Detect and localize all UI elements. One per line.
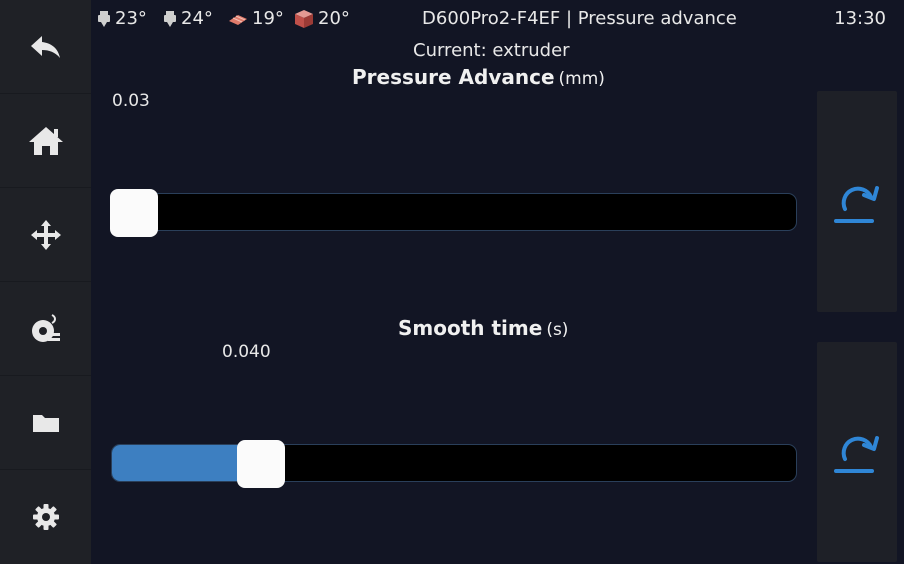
- smooth-time-slider-knob[interactable]: [237, 440, 285, 488]
- gear-icon: [32, 503, 59, 530]
- chamber-temp-value: 20°: [318, 8, 350, 29]
- smooth-time-reset-button[interactable]: [817, 342, 897, 562]
- pressure-advance-slider-knob[interactable]: [110, 189, 158, 237]
- smooth-time-unit: (s): [546, 320, 569, 340]
- extrude-icon: [31, 313, 60, 342]
- files-button[interactable]: [0, 376, 91, 470]
- move-icon: [30, 219, 61, 250]
- clock: 13:30: [834, 8, 886, 29]
- bed-temp-value: 19°: [252, 8, 284, 29]
- move-button[interactable]: [0, 188, 91, 282]
- smooth-time-label: Smooth time: [398, 316, 543, 340]
- extruder-icon: [98, 10, 110, 27]
- reset-icon: [834, 436, 879, 473]
- extrude-button[interactable]: [0, 282, 91, 376]
- chamber-temp[interactable]: 20°: [294, 8, 350, 29]
- extruder-temp-1[interactable]: 23°: [97, 8, 147, 29]
- back-arrow-icon: [30, 35, 60, 58]
- pressure-advance-slider[interactable]: [110, 189, 797, 237]
- pressure-advance-label: Pressure Advance: [352, 65, 555, 89]
- sidebar: [0, 0, 91, 564]
- smooth-time-slider[interactable]: [111, 440, 797, 488]
- status-bar: 23° 24° 19° 20° D600Pro2-F4EF | Pressure…: [91, 0, 904, 40]
- settings-button[interactable]: [0, 470, 91, 563]
- pressure-advance-heading: Pressure Advance (mm): [352, 65, 605, 89]
- pressure-advance-value: 0.03: [112, 91, 150, 111]
- extruder-temp-value: 23°: [115, 8, 147, 29]
- folder-icon: [32, 414, 59, 432]
- extruder-temp-value: 24°: [181, 8, 213, 29]
- home-button[interactable]: [0, 94, 91, 188]
- smooth-time-heading: Smooth time (s): [398, 316, 568, 340]
- pressure-advance-unit: (mm): [558, 69, 605, 89]
- bed-temp[interactable]: 19°: [228, 8, 284, 29]
- pressure-advance-reset-button[interactable]: [817, 91, 897, 312]
- back-button[interactable]: [0, 0, 91, 94]
- smooth-time-value: 0.040: [222, 342, 271, 362]
- heated-bed-icon: [229, 14, 247, 25]
- extruder-icon: [164, 10, 176, 27]
- extruder-temp-2[interactable]: 24°: [163, 8, 213, 29]
- page-title: D600Pro2-F4EF | Pressure advance: [422, 8, 737, 29]
- current-extruder-label: Current: extruder: [413, 40, 570, 61]
- reset-icon: [834, 185, 879, 223]
- home-icon: [28, 126, 63, 155]
- chamber-icon: [295, 9, 313, 28]
